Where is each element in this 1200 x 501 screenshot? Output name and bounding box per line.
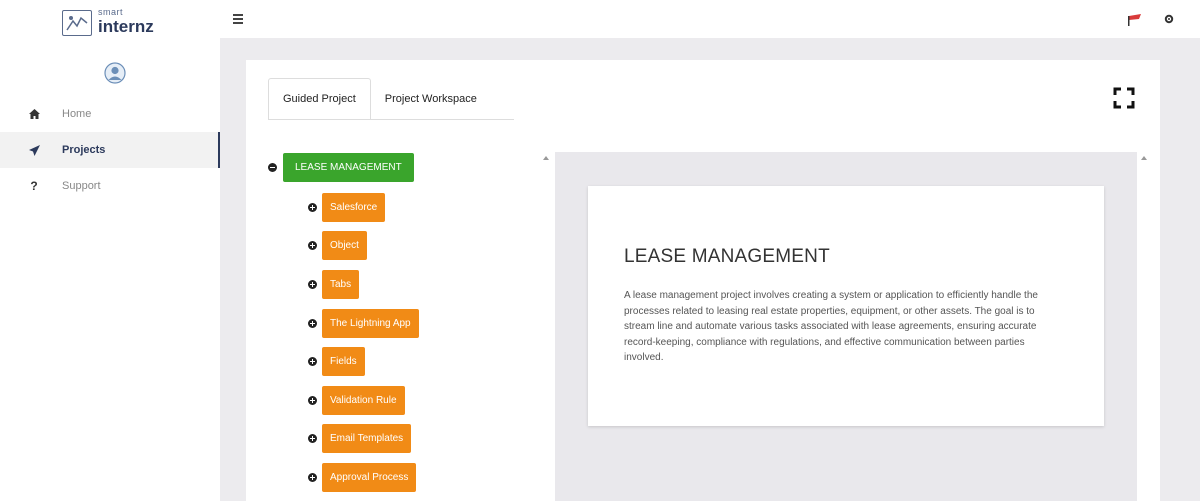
collapse-toggle-icon[interactable] bbox=[268, 163, 277, 172]
hamburger-icon[interactable] bbox=[233, 14, 243, 24]
sidebar: smart internz Home Projects ? Support bbox=[0, 0, 220, 501]
expand-toggle-icon[interactable] bbox=[308, 357, 317, 366]
sidebar-item-label: Support bbox=[62, 180, 101, 192]
tree-node-approval-process[interactable]: Approval Process bbox=[322, 463, 417, 492]
flag-icon[interactable] bbox=[1127, 13, 1143, 26]
sidebar-item-label: Home bbox=[62, 108, 92, 120]
expand-toggle-icon[interactable] bbox=[308, 203, 317, 212]
tree-node-object[interactable]: Object bbox=[322, 231, 367, 260]
gear-icon[interactable] bbox=[1164, 12, 1174, 27]
tree-item: Tabs bbox=[308, 270, 360, 299]
tree-node-fields[interactable]: Fields bbox=[322, 347, 365, 376]
tree-root: LEASE MANAGEMENT bbox=[268, 153, 414, 182]
tab-guided-project[interactable]: Guided Project bbox=[268, 78, 371, 120]
tree-item: Validation Rule bbox=[308, 386, 405, 415]
paper-plane-icon bbox=[26, 144, 42, 157]
expand-toggle-icon[interactable] bbox=[308, 241, 317, 250]
tab-project-workspace[interactable]: Project Workspace bbox=[371, 78, 491, 120]
logo-icon bbox=[62, 10, 92, 36]
sidebar-item-home[interactable]: Home bbox=[0, 96, 220, 132]
tree-item: Salesforce bbox=[308, 193, 386, 222]
brand-line1: smart bbox=[98, 6, 123, 17]
tree-node-email-templates[interactable]: Email Templates bbox=[322, 424, 412, 453]
detail-card: LEASE MANAGEMENT A lease management proj… bbox=[588, 186, 1104, 426]
expand-toggle-icon[interactable] bbox=[308, 434, 317, 443]
detail-title: LEASE MANAGEMENT bbox=[624, 246, 830, 267]
tree-node-lightning-app[interactable]: The Lightning App bbox=[322, 309, 419, 338]
tree-node-tabs[interactable]: Tabs bbox=[322, 270, 360, 299]
avatar[interactable] bbox=[104, 62, 126, 84]
project-tabs: Guided Project Project Workspace bbox=[268, 78, 491, 120]
sidebar-item-support[interactable]: ? Support bbox=[0, 168, 220, 204]
tree-item: Approval Process bbox=[308, 463, 417, 492]
fullscreen-icon[interactable] bbox=[1113, 87, 1135, 109]
brand-logo[interactable]: smart internz bbox=[62, 6, 154, 36]
sidebar-item-label: Projects bbox=[62, 144, 106, 156]
expand-toggle-icon[interactable] bbox=[308, 473, 317, 482]
tree-root-node[interactable]: LEASE MANAGEMENT bbox=[283, 153, 414, 182]
tree-item: Email Templates bbox=[308, 424, 412, 453]
brand-line2: internz bbox=[98, 16, 154, 36]
panel-scroll-up-icon[interactable] bbox=[1141, 156, 1147, 160]
tree-scroll-up-icon[interactable] bbox=[543, 156, 549, 160]
expand-toggle-icon[interactable] bbox=[308, 280, 317, 289]
tree-item: The Lightning App bbox=[308, 309, 419, 338]
home-icon bbox=[26, 108, 42, 120]
tree-item: Object bbox=[308, 231, 367, 260]
detail-description: A lease management project involves crea… bbox=[624, 290, 1038, 363]
tree-node-salesforce[interactable]: Salesforce bbox=[322, 193, 386, 222]
expand-toggle-icon[interactable] bbox=[308, 396, 317, 405]
sidebar-item-projects[interactable]: Projects bbox=[0, 132, 220, 168]
tree-node-validation-rule[interactable]: Validation Rule bbox=[322, 386, 405, 415]
expand-toggle-icon[interactable] bbox=[308, 319, 317, 328]
tree-item: Fields bbox=[308, 347, 365, 376]
tabs-divider bbox=[268, 119, 514, 120]
question-icon: ? bbox=[30, 179, 38, 193]
